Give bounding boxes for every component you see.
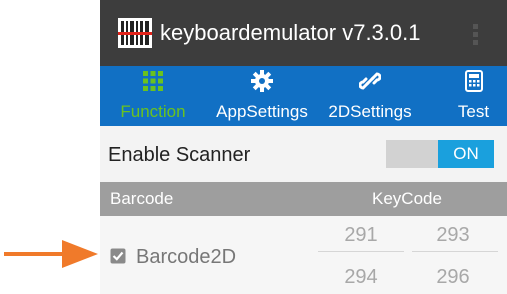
toggle-on-label: ON (438, 140, 494, 168)
checkbox-checked-icon[interactable] (110, 248, 126, 264)
header-barcode: Barcode (110, 189, 174, 208)
gear-icon (251, 70, 273, 92)
grid-icon (143, 71, 163, 91)
calculator-icon (464, 70, 483, 92)
tab-label: Function (120, 102, 186, 121)
link-icon (359, 72, 381, 90)
tab-appsettings[interactable]: AppSettings (206, 66, 318, 126)
header-keycode: KeyCode (372, 189, 442, 208)
tab-test[interactable]: Test (440, 66, 507, 126)
tab-label: Test (457, 102, 490, 121)
app-window: keyboardemulator v7.3.0.1 Function AppSe… (100, 0, 507, 294)
app-title: keyboardemulator v7.3.0.1 (160, 20, 421, 45)
keycode-field[interactable]: 293 (418, 224, 488, 247)
enable-scanner-toggle[interactable]: ON (386, 140, 494, 168)
keycode-field[interactable]: 291 (326, 224, 396, 247)
tab-2dsettings[interactable]: 2DSettings (318, 66, 422, 126)
tab-label: 2DSettings (328, 102, 412, 121)
tab-function[interactable]: Function (100, 66, 206, 126)
overflow-menu-icon[interactable] (472, 24, 480, 46)
field-underline (318, 251, 404, 252)
barcode2d-label: Barcode2D (136, 246, 237, 268)
tab-bar: Function AppSettings 2DSettings Test (100, 66, 507, 126)
title-bar: keyboardemulator v7.3.0.1 (100, 0, 507, 66)
keycode-field[interactable]: 294 (326, 266, 396, 289)
tab-label: AppSettings (216, 102, 308, 121)
orange-arrow-annotation (4, 240, 98, 268)
enable-scanner-label: Enable Scanner (108, 144, 251, 166)
field-underline (412, 251, 498, 252)
keycode-field[interactable]: 296 (418, 266, 488, 289)
table-header: Barcode KeyCode (100, 182, 507, 216)
barcode-app-icon (118, 18, 152, 48)
